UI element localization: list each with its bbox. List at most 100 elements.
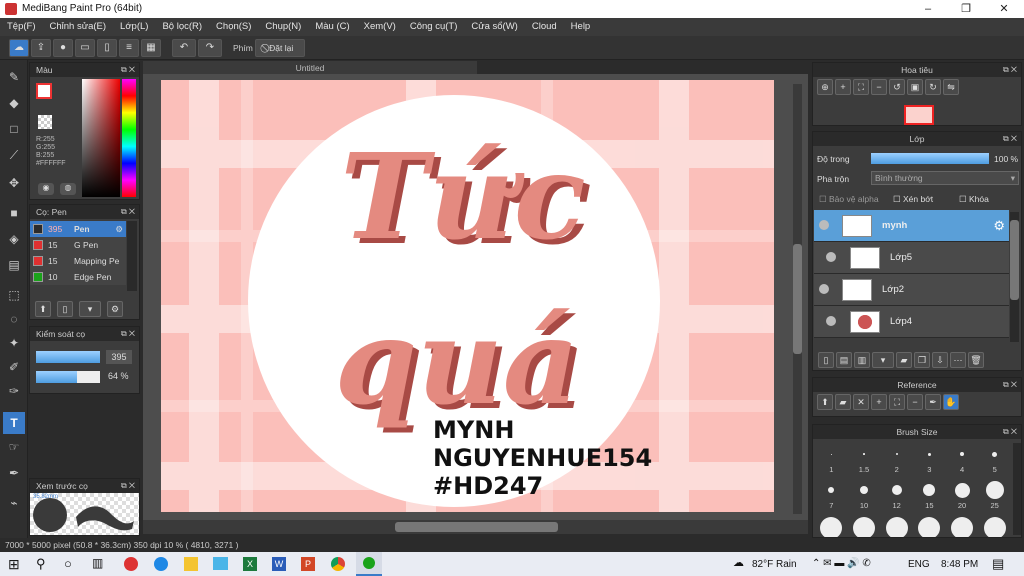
brush-size-cell[interactable]: 1 <box>815 443 848 477</box>
brush-size-cell[interactable]: 25 <box>978 479 1011 513</box>
eyedropper-icon[interactable]: ✒ <box>3 462 25 484</box>
excel-icon[interactable]: X <box>243 557 257 571</box>
clock[interactable]: 8:48 PM <box>941 559 978 570</box>
menu-window[interactable]: Cửa sổ(W) <box>464 18 524 36</box>
opacity-slider[interactable] <box>36 371 100 383</box>
cloud-icon[interactable]: ☁ <box>9 39 29 57</box>
zoom-out-icon[interactable]: − <box>871 79 887 95</box>
text-tool-icon[interactable]: T <box>3 412 25 434</box>
gear-icon[interactable]: ⚙ <box>993 218 1005 234</box>
brush-size-cell[interactable]: 15 <box>913 479 946 513</box>
reference-upload-icon[interactable]: ⬆ <box>817 394 833 410</box>
panel-close-icon[interactable]: ⧉ ✕ <box>1003 378 1017 392</box>
share-icon[interactable]: ⇪ <box>31 39 51 57</box>
brush-size-cell[interactable]: 1.5 <box>848 443 881 477</box>
horizontal-scroll-thumb[interactable] <box>395 522 558 532</box>
brush-size-cell[interactable]: 7 <box>815 479 848 513</box>
size-value[interactable]: 395 <box>106 350 132 364</box>
menu-cloud[interactable]: Cloud <box>525 18 564 36</box>
menu-edit[interactable]: Chỉnh sửa(E) <box>43 18 114 36</box>
brush-list-item[interactable]: 15 G Pen <box>30 237 126 253</box>
medibang-taskbar-button[interactable] <box>356 552 382 576</box>
select-pen-icon[interactable]: ✐ <box>3 356 25 378</box>
brush-list-scrollbar[interactable] <box>127 221 137 291</box>
reference-hand-icon[interactable]: ✋ <box>943 394 959 410</box>
delete-layer-icon[interactable]: 🗑 <box>968 352 984 368</box>
file-explorer-icon[interactable] <box>184 557 198 571</box>
maximize-button[interactable]: ❐ <box>950 0 982 18</box>
menu-help[interactable]: Help <box>564 18 598 36</box>
lasso-icon[interactable]: ◌ <box>3 308 25 330</box>
fill-rect-tool-icon[interactable]: ■ <box>3 202 25 224</box>
layer-opacity-slider[interactable] <box>871 153 989 164</box>
rotate-right-icon[interactable]: ↻ <box>925 79 941 95</box>
eye-icon[interactable] <box>826 252 836 262</box>
rotate-left-icon[interactable]: ↺ <box>889 79 905 95</box>
document-tab[interactable]: Untitled <box>143 61 477 75</box>
layer-row[interactable]: Lớp4 <box>814 306 1009 338</box>
chrome-icon[interactable] <box>331 557 345 571</box>
select-rect-icon[interactable]: ⬚ <box>3 284 25 306</box>
blend-mode-select[interactable]: Bình thường ▾ <box>871 171 1019 185</box>
brush-settings-icon[interactable]: ⚙ <box>107 301 123 317</box>
menu-layer[interactable]: Lớp(L) <box>113 18 155 36</box>
new-8bit-layer-icon[interactable]: ▥ <box>854 352 870 368</box>
gear-icon[interactable]: ⚙ <box>115 221 123 237</box>
brush-size-cell[interactable]: 20 <box>946 479 979 513</box>
layer-row[interactable]: Lớp2 <box>814 274 1009 306</box>
app-pin-1-icon[interactable] <box>124 557 138 571</box>
layer-settings-icon[interactable]: ⋯ <box>950 352 966 368</box>
brush-tool-icon[interactable]: ✎ <box>3 66 25 88</box>
reset-button[interactable]: ⃠ Đặt lại <box>255 39 305 57</box>
brush-size-scrollbar[interactable] <box>1013 443 1021 535</box>
add-layer-menu-icon[interactable]: ▾ <box>872 352 894 368</box>
canvas-area[interactable]: Tức Tức quá quá MYNH NGUYENHUE154 #HD247 <box>143 74 808 520</box>
flip-icon[interactable]: ⇋ <box>943 79 959 95</box>
operation-tool-icon[interactable]: ☞ <box>3 436 25 458</box>
select-eraser-icon[interactable]: ✑ <box>3 380 25 402</box>
brush-list-item[interactable]: 395 Pen ⚙ <box>30 221 126 237</box>
notifications-icon[interactable]: ▤ <box>992 556 1004 572</box>
shape-tool-icon[interactable]: □ <box>3 118 25 140</box>
close-button[interactable]: ✕ <box>988 0 1020 18</box>
page-icon[interactable]: ▯ <box>97 39 117 57</box>
brush-list-item[interactable]: 10 Edge Pen <box>30 269 126 285</box>
pipette-icon[interactable]: ⌁ <box>3 492 25 514</box>
weather-text[interactable]: 82°F Rain <box>752 559 797 570</box>
reference-close-icon[interactable]: ✕ <box>853 394 869 410</box>
eraser-tool-icon[interactable]: ◆ <box>3 92 25 114</box>
panel-close-icon[interactable]: ⧉ ✕ <box>121 479 135 493</box>
duplicate-layer-icon[interactable]: ❐ <box>914 352 930 368</box>
drawing-canvas[interactable]: Tức Tức quá quá MYNH NGUYENHUE154 #HD247 <box>161 80 774 512</box>
list-icon[interactable]: ≡ <box>119 39 139 57</box>
eye-icon[interactable] <box>819 284 829 294</box>
message-icon[interactable]: ▭ <box>75 39 95 57</box>
eye-icon[interactable] <box>826 316 836 326</box>
reference-eyedropper-icon[interactable]: ✒ <box>925 394 941 410</box>
navigator-thumbnail[interactable] <box>904 105 934 125</box>
panel-close-icon[interactable]: ⧉ ✕ <box>1003 132 1017 146</box>
reference-fit-icon[interactable]: ⛶ <box>889 394 905 410</box>
horizontal-scrollbar[interactable] <box>143 520 808 534</box>
panel-close-icon[interactable]: ⧉ ✕ <box>121 63 135 77</box>
tray-icons[interactable]: ⌃ ✉ ▬ 🔊 ✆ <box>812 558 871 569</box>
language-indicator[interactable]: ENG <box>908 559 930 570</box>
vertical-scroll-thumb[interactable] <box>793 244 802 354</box>
transparent-swatch[interactable] <box>38 115 52 129</box>
gradient-tool-icon[interactable]: ▤ <box>3 254 25 276</box>
line-tool-icon[interactable]: ⟋ <box>3 144 25 166</box>
grid-icon[interactable]: ▦ <box>141 39 161 57</box>
reference-zoom-in-icon[interactable]: + <box>871 394 887 410</box>
menu-select[interactable]: Chọn(S) <box>209 18 258 36</box>
clip-checkbox[interactable]: ☐ Xén bớt <box>893 194 933 205</box>
menu-view[interactable]: Xem(V) <box>357 18 403 36</box>
palette-icon[interactable]: ◍ <box>60 183 76 195</box>
powerpoint-icon[interactable]: P <box>301 557 315 571</box>
undo-icon[interactable]: ↶ <box>172 39 196 57</box>
brush-size-cell[interactable]: 2 <box>880 443 913 477</box>
brush-size-cell[interactable]: 4 <box>946 443 979 477</box>
size-slider[interactable] <box>36 351 100 363</box>
new-brush-icon[interactable]: ▯ <box>57 301 73 317</box>
add-brush-icon[interactable]: ⬆ <box>35 301 51 317</box>
brush-list-item[interactable]: 15 Mapping Pe <box>30 253 126 269</box>
